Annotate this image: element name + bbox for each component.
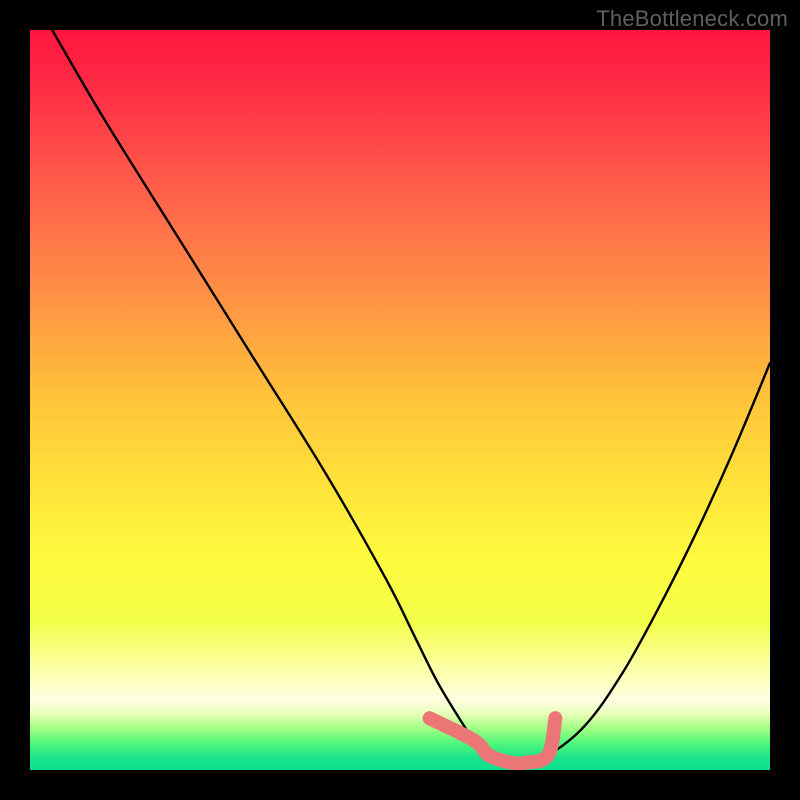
gradient-background <box>30 30 770 770</box>
bottleneck-chart <box>30 30 770 770</box>
plot-area <box>30 30 770 770</box>
chart-frame: TheBottleneck.com <box>0 0 800 800</box>
watermark-label: TheBottleneck.com <box>596 6 788 32</box>
